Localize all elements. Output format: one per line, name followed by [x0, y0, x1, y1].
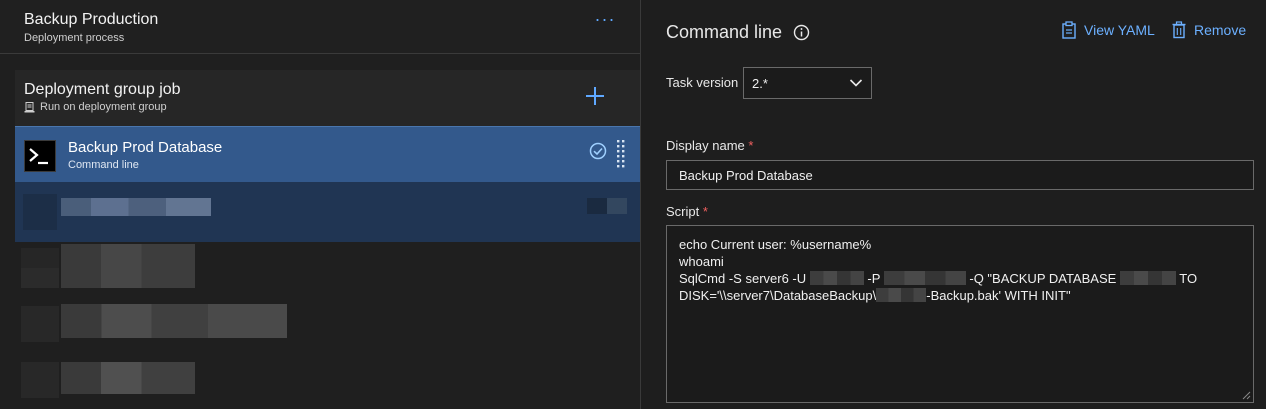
panel-title: Command line [666, 22, 783, 42]
script-label-text: Script [666, 204, 700, 219]
deployment-group-job[interactable]: Deployment group job Run on deployment g… [15, 70, 640, 126]
redacted-task-row [15, 242, 640, 302]
script-textarea[interactable]: echo Current user: %username% whoami Sql… [666, 225, 1254, 403]
left-pane: Backup Production Deployment process ···… [0, 0, 640, 409]
add-task-icon[interactable] [583, 84, 607, 108]
task-version-select[interactable]: 2.* [743, 67, 872, 99]
clipboard-icon [1062, 21, 1076, 39]
script-text: -Backup.bak' WITH INIT" [926, 288, 1071, 303]
server-icon [24, 101, 35, 112]
script-line-1: echo Current user: %username% [679, 237, 872, 252]
terminal-icon [29, 148, 48, 165]
remove-button[interactable]: Remove [1171, 21, 1246, 39]
script-text: DISK='\\server7\DatabaseBackup\ [679, 288, 877, 303]
script-line-3: SqlCmd -S server6 -U -P -Q "BACKUP DATAB… [679, 270, 1241, 287]
required-marker: * [748, 138, 754, 153]
command-line-task-icon [24, 140, 56, 172]
redacted-password [883, 271, 966, 285]
redacted-username [809, 271, 864, 285]
view-yaml-label: View YAML [1084, 22, 1155, 38]
task-settings-panel: Command line View YAML Remove Task versi… [641, 0, 1266, 409]
pipeline-title: Backup Production [24, 11, 159, 28]
display-name-label: Display name * [666, 138, 753, 153]
display-name-label-text: Display name [666, 138, 745, 153]
pipeline-subtitle: Deployment process [24, 32, 125, 44]
script-text: SqlCmd -S server6 -U [679, 271, 810, 286]
resize-grip-icon[interactable] [1241, 390, 1251, 400]
task-version-value: 2.* [752, 76, 768, 91]
job-subtitle-row: Run on deployment group [24, 101, 167, 113]
redacted-task-row [15, 182, 640, 242]
pipeline-header: Backup Production Deployment process ··· [0, 0, 640, 54]
task-enabled-check-icon[interactable] [589, 142, 607, 160]
script-text: -Q "BACKUP DATABASE [965, 271, 1120, 286]
redacted-task-row [15, 302, 640, 352]
view-yaml-button[interactable]: View YAML [1061, 21, 1155, 39]
redacted-file-name [876, 288, 927, 302]
task-subtitle: Command line [68, 159, 139, 171]
display-name-input[interactable] [666, 160, 1254, 190]
required-marker: * [702, 204, 708, 219]
script-text: TO [1175, 271, 1198, 286]
trash-icon [1172, 21, 1186, 39]
chevron-down-icon [849, 79, 863, 87]
script-text: -P [863, 271, 884, 286]
drag-handle-icon[interactable] [616, 139, 626, 169]
script-line-2: whoami [679, 254, 724, 269]
task-title: Backup Prod Database [68, 139, 223, 156]
task-version-label: Task version [666, 75, 739, 90]
task-item-backup-prod-database[interactable]: Backup Prod Database Command line [15, 126, 640, 182]
script-line-4: DISK='\\server7\DatabaseBackup\ -Backup.b… [679, 287, 1241, 304]
info-icon[interactable] [793, 24, 810, 41]
redacted-database-name [1119, 271, 1176, 285]
job-title: Deployment group job [24, 81, 181, 98]
remove-label: Remove [1194, 22, 1247, 38]
script-label: Script * [666, 204, 708, 219]
job-subtitle: Run on deployment group [40, 101, 167, 113]
more-options-button[interactable]: ··· [592, 10, 618, 34]
redacted-task-row [15, 356, 640, 409]
